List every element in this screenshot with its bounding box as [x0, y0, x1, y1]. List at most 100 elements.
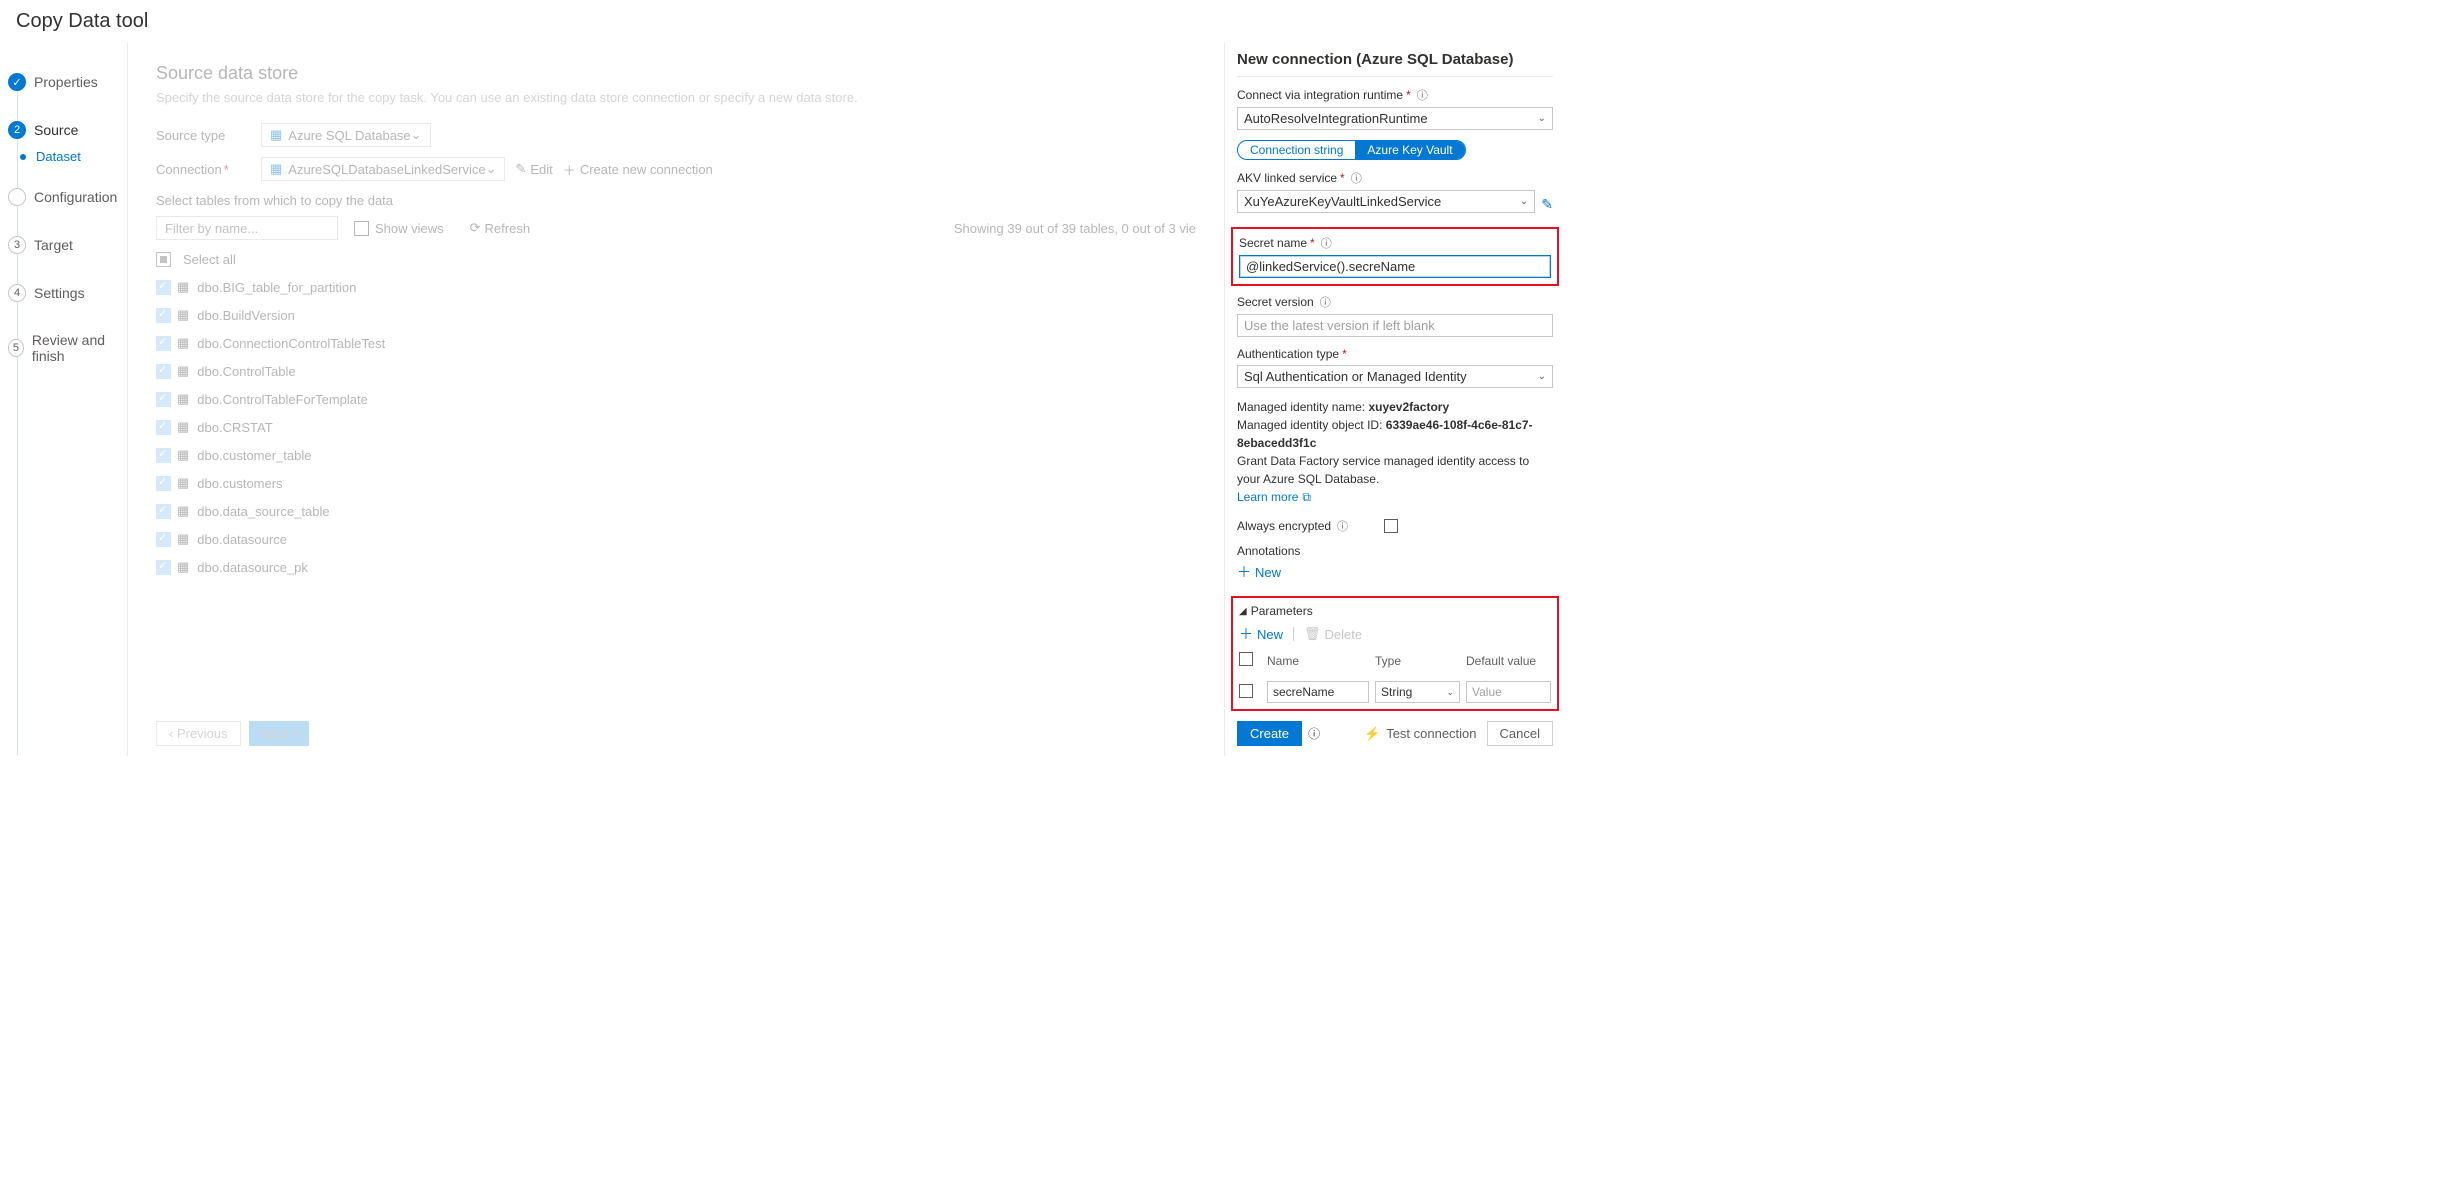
table-row[interactable]: ▦dbo.customers	[156, 469, 1196, 497]
add-annotation-button[interactable]: ＋ New	[1237, 562, 1281, 582]
connection-select[interactable]: ▦ AzureSQLDatabaseLinkedService ⌄	[261, 157, 505, 181]
wizard-step-settings[interactable]: 4 Settings	[8, 278, 127, 308]
table-name: dbo.datasource_pk	[197, 560, 308, 575]
secret-version-label: Secret version ⓘ	[1237, 294, 1553, 310]
param-name-input[interactable]: secreName	[1267, 681, 1369, 703]
parameters-highlight: ◢ Parameters ＋ New 🗑 Delete N	[1231, 596, 1559, 711]
wizard-substep-dataset[interactable]: Dataset	[36, 145, 127, 168]
param-default-input[interactable]: Value	[1466, 681, 1551, 703]
table-icon: ▦	[177, 503, 189, 519]
param-row-checkbox[interactable]	[1239, 684, 1253, 698]
secret-name-input[interactable]: @linkedService().secreName	[1239, 255, 1551, 278]
step-number-icon: 4	[8, 284, 26, 302]
info-icon[interactable]: ⓘ	[1351, 170, 1362, 186]
table-icon: ▦	[177, 531, 189, 547]
wizard-step-configuration[interactable]: Configuration	[8, 182, 127, 212]
table-row[interactable]: ▦dbo.BuildVersion	[156, 301, 1196, 329]
table-row[interactable]: ▦ dbo.datasource	[156, 525, 1196, 553]
wizard-step-properties[interactable]: ✓ Properties	[8, 67, 127, 97]
step-number-icon	[8, 188, 26, 206]
delete-parameter-button[interactable]: 🗑 Delete	[1304, 626, 1362, 642]
table-icon: ▦	[177, 335, 189, 351]
edit-connection-button[interactable]: ✎ Edit	[515, 161, 552, 177]
select-all-row[interactable]: Select all	[156, 246, 1196, 273]
page-title: Copy Data tool	[0, 0, 1565, 43]
wizard-step-source[interactable]: 2 Source	[8, 115, 127, 145]
identity-info: Managed identity name: xuyev2factory Man…	[1237, 398, 1553, 506]
select-tables-label: Select tables from which to copy the dat…	[156, 193, 1196, 208]
table-icon: ▦	[177, 363, 189, 379]
source-type-label: Source type	[156, 128, 261, 143]
info-icon[interactable]: ⓘ	[1321, 235, 1332, 251]
always-encrypted-checkbox[interactable]	[1384, 519, 1398, 533]
checkbox-checked-icon	[156, 448, 171, 463]
table-row[interactable]: ▦ dbo.CRSTAT	[156, 413, 1196, 441]
table-name: dbo.ConnectionControlTableTest	[197, 336, 385, 351]
table-row[interactable]: ▦ dbo.ConnectionControlTableTest	[156, 329, 1196, 357]
caret-down-icon: ◢	[1239, 606, 1247, 617]
show-views-checkbox[interactable]: Show views	[354, 221, 444, 236]
table-row[interactable]: ▦dbo.data_source_table	[156, 497, 1196, 525]
col-default: Default value	[1466, 654, 1551, 674]
next-button[interactable]: Next ›	[249, 721, 310, 746]
akv-linked-select[interactable]: XuYeAzureKeyVaultLinkedService ⌄	[1237, 190, 1535, 213]
runtime-select[interactable]: AutoResolveIntegrationRuntime ⌄	[1237, 107, 1553, 130]
param-type-select[interactable]: String⌄	[1375, 681, 1460, 703]
pencil-icon[interactable]: ✎	[1541, 196, 1553, 213]
secret-name-label: Secret name* ⓘ	[1239, 235, 1551, 251]
auth-type-select[interactable]: Sql Authentication or Managed Identity ⌄	[1237, 365, 1553, 388]
create-button[interactable]: Create	[1237, 721, 1302, 746]
table-row[interactable]: ▦dbo.ControlTable	[156, 357, 1196, 385]
chevron-down-icon: ⌄	[1538, 113, 1546, 124]
filter-input[interactable]	[156, 216, 338, 240]
table-name: dbo.CRSTAT	[197, 420, 272, 435]
checkbox-checked-icon	[156, 560, 171, 575]
table-name: dbo.customer_table	[197, 448, 311, 463]
create-connection-button[interactable]: ＋ Create new connection	[563, 160, 713, 179]
checkbox-checked-icon	[156, 280, 171, 295]
annotations-label: Annotations	[1237, 544, 1553, 558]
table-name: dbo.BuildVersion	[197, 308, 295, 323]
checkbox-checked-icon	[156, 364, 171, 379]
info-icon[interactable]: ⓘ	[1417, 87, 1428, 103]
test-connection-button[interactable]: ⚡ Test connection	[1364, 726, 1477, 742]
connection-string-tab[interactable]: Connection string	[1238, 141, 1355, 159]
azure-key-vault-tab[interactable]: Azure Key Vault	[1355, 141, 1464, 159]
table-row[interactable]: ▦dbo.ControlTableForTemplate	[156, 385, 1196, 413]
checkbox-checked-icon	[156, 532, 171, 547]
table-name: dbo.datasource	[197, 532, 287, 547]
plus-icon: ＋	[563, 160, 576, 179]
cancel-button[interactable]: Cancel	[1487, 721, 1553, 746]
secret-version-input[interactable]: Use the latest version if left blank	[1237, 314, 1553, 337]
checkbox-checked-icon	[156, 476, 171, 491]
refresh-button[interactable]: ⟳ Refresh	[470, 220, 530, 236]
checkbox-checked-icon	[156, 392, 171, 407]
info-icon[interactable]: ⓘ	[1337, 518, 1348, 534]
connection-label: Connection*	[156, 162, 261, 177]
parameters-header[interactable]: ◢ Parameters	[1239, 604, 1551, 618]
refresh-icon: ⟳	[470, 220, 481, 236]
database-icon: ▦	[270, 127, 282, 143]
table-row[interactable]: ▦dbo.BIG_table_for_partition	[156, 273, 1196, 301]
plus-icon: ＋	[1237, 562, 1251, 582]
col-type: Type	[1375, 654, 1460, 674]
chevron-down-icon: ⌄	[1446, 687, 1454, 698]
wizard-step-target[interactable]: 3 Target	[8, 230, 127, 260]
table-name: dbo.customers	[197, 476, 282, 491]
secret-name-highlight: Secret name* ⓘ @linkedService().secreNam…	[1231, 227, 1559, 286]
learn-more-link[interactable]: Learn more⧉	[1237, 488, 1311, 506]
table-icon: ▦	[177, 447, 189, 463]
always-encrypted-label: Always encrypted ⓘ	[1237, 518, 1348, 534]
wizard-step-review[interactable]: 5 Review and finish	[8, 326, 127, 370]
table-icon: ▦	[177, 419, 189, 435]
table-row[interactable]: ▦ dbo.customer_table	[156, 441, 1196, 469]
akv-linked-label: AKV linked service* ⓘ	[1237, 170, 1553, 186]
table-list: Select all ▦dbo.BIG_table_for_partition▦…	[156, 246, 1196, 581]
previous-button[interactable]: ‹ Previous	[156, 721, 241, 746]
info-icon[interactable]: ⓘ	[1320, 294, 1331, 310]
col-name: Name	[1267, 654, 1369, 674]
add-parameter-button[interactable]: ＋ New	[1239, 624, 1283, 644]
param-header-checkbox[interactable]	[1239, 652, 1253, 666]
source-type-select[interactable]: ▦ Azure SQL Database ⌄	[261, 123, 431, 147]
table-row[interactable]: ▦dbo.datasource_pk	[156, 553, 1196, 581]
